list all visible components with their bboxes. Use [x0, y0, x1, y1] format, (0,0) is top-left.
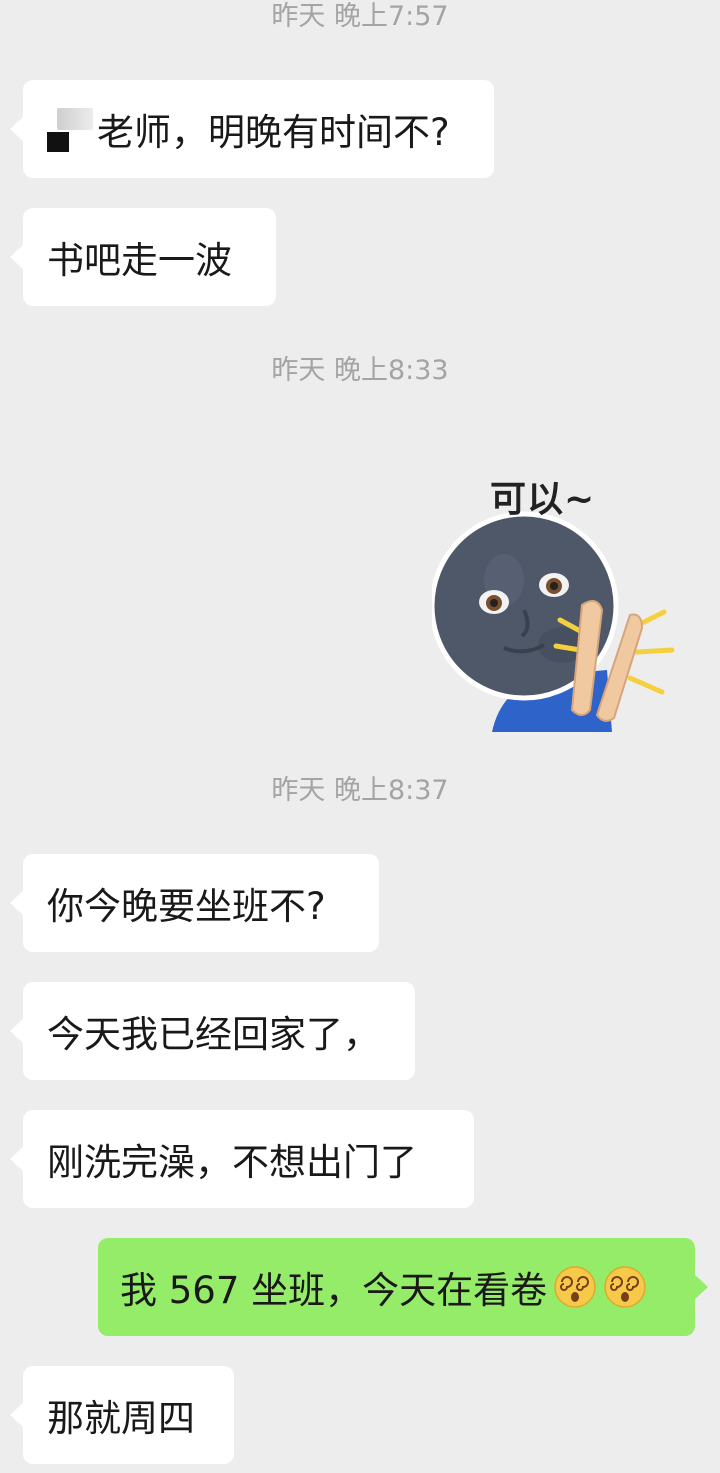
message-text: 老师，明晚有时间不?: [97, 111, 450, 154]
message-bubble-incoming[interactable]: 今天我已经回家了，: [10, 982, 415, 1080]
dizzy-face-emoji-icon: [554, 1266, 596, 1308]
message-text: 我 567 坐班，今天在看卷: [120, 1269, 548, 1312]
message-bubble-incoming[interactable]: 老师，明晚有时间不?: [10, 80, 494, 178]
message-text: 你今晚要坐班不?: [47, 885, 326, 928]
dizzy-face-emoji-icon: [604, 1266, 646, 1308]
message-bubble-incoming[interactable]: 书吧走一波: [10, 208, 276, 306]
message-bubble-incoming[interactable]: 那就周四: [10, 1366, 234, 1464]
timestamp: 昨天 晚上7:57: [271, 1, 449, 32]
message-text: 那就周四: [47, 1397, 195, 1440]
moon-clap-sticker[interactable]: 可以~: [429, 470, 678, 732]
timestamp: 昨天 晚上8:37: [271, 775, 449, 806]
message-bubble-outgoing[interactable]: 我 567 坐班，今天在看卷: [98, 1238, 708, 1336]
redacted-name-block: [47, 106, 93, 152]
timestamp: 昨天 晚上8:33: [271, 355, 449, 386]
sticker-caption: 可以~: [490, 479, 596, 520]
message-bubble-incoming[interactable]: 刚洗完澡，不想出门了: [10, 1110, 474, 1208]
message-text: 书吧走一波: [47, 239, 232, 282]
message-text: 刚洗完澡，不想出门了: [47, 1141, 417, 1184]
message-text: 今天我已经回家了，: [47, 1013, 380, 1056]
message-bubble-incoming[interactable]: 你今晚要坐班不?: [10, 854, 379, 952]
